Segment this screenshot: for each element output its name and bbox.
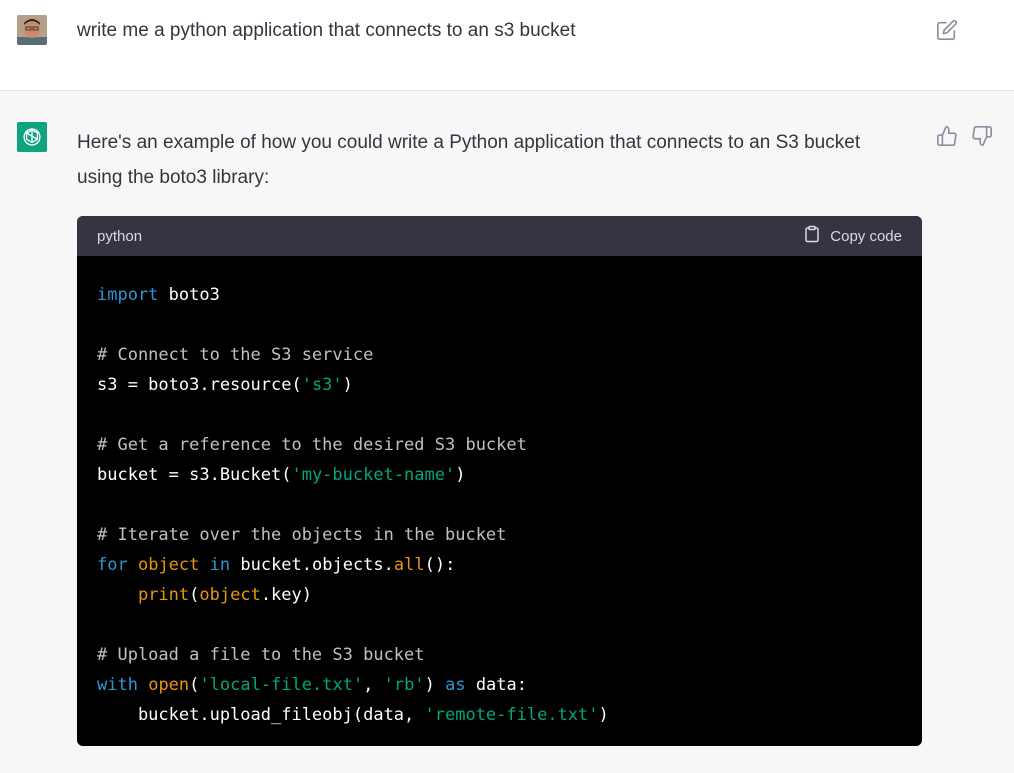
- code-token: # Upload a file to the S3 bucket: [97, 645, 425, 665]
- code-line: print(object.key): [97, 580, 902, 610]
- code-token: import: [97, 285, 159, 305]
- code-token: in: [209, 555, 231, 575]
- code-line: # Get a reference to the desired S3 buck…: [97, 430, 902, 460]
- code-token: object: [137, 555, 200, 575]
- thumbs-down-icon[interactable]: [971, 125, 993, 147]
- code-token: object: [199, 585, 261, 605]
- code-token: (: [189, 585, 200, 605]
- code-token: for: [97, 555, 128, 575]
- code-line: bucket = s3.Bucket('my-bucket-name'): [97, 460, 902, 490]
- code-block: python Copy code import boto3 # Connect t…: [77, 216, 922, 746]
- user-message-text: write me a python application that conne…: [77, 20, 576, 41]
- code-token: open: [148, 675, 190, 695]
- code-block-header: python Copy code: [77, 216, 922, 256]
- code-token: ): [342, 375, 353, 395]
- code-line: for object in bucket.objects.all():: [97, 550, 902, 580]
- code-content: import boto3 # Connect to the S3 service s…: [77, 256, 922, 746]
- clipboard-icon: [803, 225, 821, 247]
- code-token: bucket.objects.: [230, 555, 394, 575]
- code-token: data:: [465, 675, 527, 695]
- copy-code-label: Copy code: [830, 227, 902, 245]
- code-token: bucket = s3.Bucket(: [97, 465, 292, 485]
- code-token: 'my-bucket-name': [291, 465, 456, 485]
- code-line: s3 = boto3.resource('s3'): [97, 370, 902, 400]
- code-token: (: [189, 675, 200, 695]
- code-token: print: [137, 585, 190, 605]
- code-token: # Iterate over the objects in the bucket: [97, 525, 507, 545]
- code-token: ():: [424, 555, 456, 575]
- code-line: with open('local-file.txt', 'rb') as dat…: [97, 670, 902, 700]
- code-token: 's3': [301, 375, 343, 395]
- user-message-row: write me a python application that conne…: [0, 0, 1014, 91]
- code-token: ): [424, 675, 446, 695]
- code-token: as: [445, 675, 466, 695]
- code-token: ,: [363, 675, 384, 695]
- user-avatar: [17, 15, 47, 45]
- code-token: s3 = boto3.resource(: [97, 375, 302, 395]
- code-line: # Iterate over the objects in the bucket: [97, 520, 902, 550]
- code-token: bucket.upload_fileobj(data,: [97, 705, 425, 725]
- code-line: bucket.upload_fileobj(data, 'remote-file…: [97, 700, 902, 730]
- thumbs-up-icon[interactable]: [936, 125, 958, 147]
- code-token: boto3: [158, 285, 220, 305]
- code-token: 'remote-file.txt': [424, 705, 599, 725]
- assistant-message-row: Here's an example of how you could write…: [0, 91, 1014, 773]
- copy-code-button[interactable]: Copy code: [803, 225, 902, 247]
- code-line: import boto3: [97, 280, 902, 310]
- code-token: ): [455, 465, 466, 485]
- code-token: ): [598, 705, 609, 725]
- code-token: .key): [260, 585, 312, 605]
- code-token: 'rb': [383, 675, 425, 695]
- code-token: # Connect to the S3 service: [97, 345, 374, 365]
- edit-icon[interactable]: [936, 19, 958, 41]
- code-token: 'local-file.txt': [199, 675, 364, 695]
- assistant-message-text: Here's an example of how you could write…: [77, 132, 861, 188]
- code-line: # Connect to the S3 service: [97, 340, 902, 370]
- code-language-label: python: [97, 227, 143, 245]
- code-token: # Get a reference to the desired S3 buck…: [97, 435, 527, 455]
- code-token: all: [393, 555, 425, 575]
- code-line: # Upload a file to the S3 bucket: [97, 640, 902, 670]
- code-token: with: [97, 675, 138, 695]
- chatgpt-logo-icon: [17, 122, 47, 152]
